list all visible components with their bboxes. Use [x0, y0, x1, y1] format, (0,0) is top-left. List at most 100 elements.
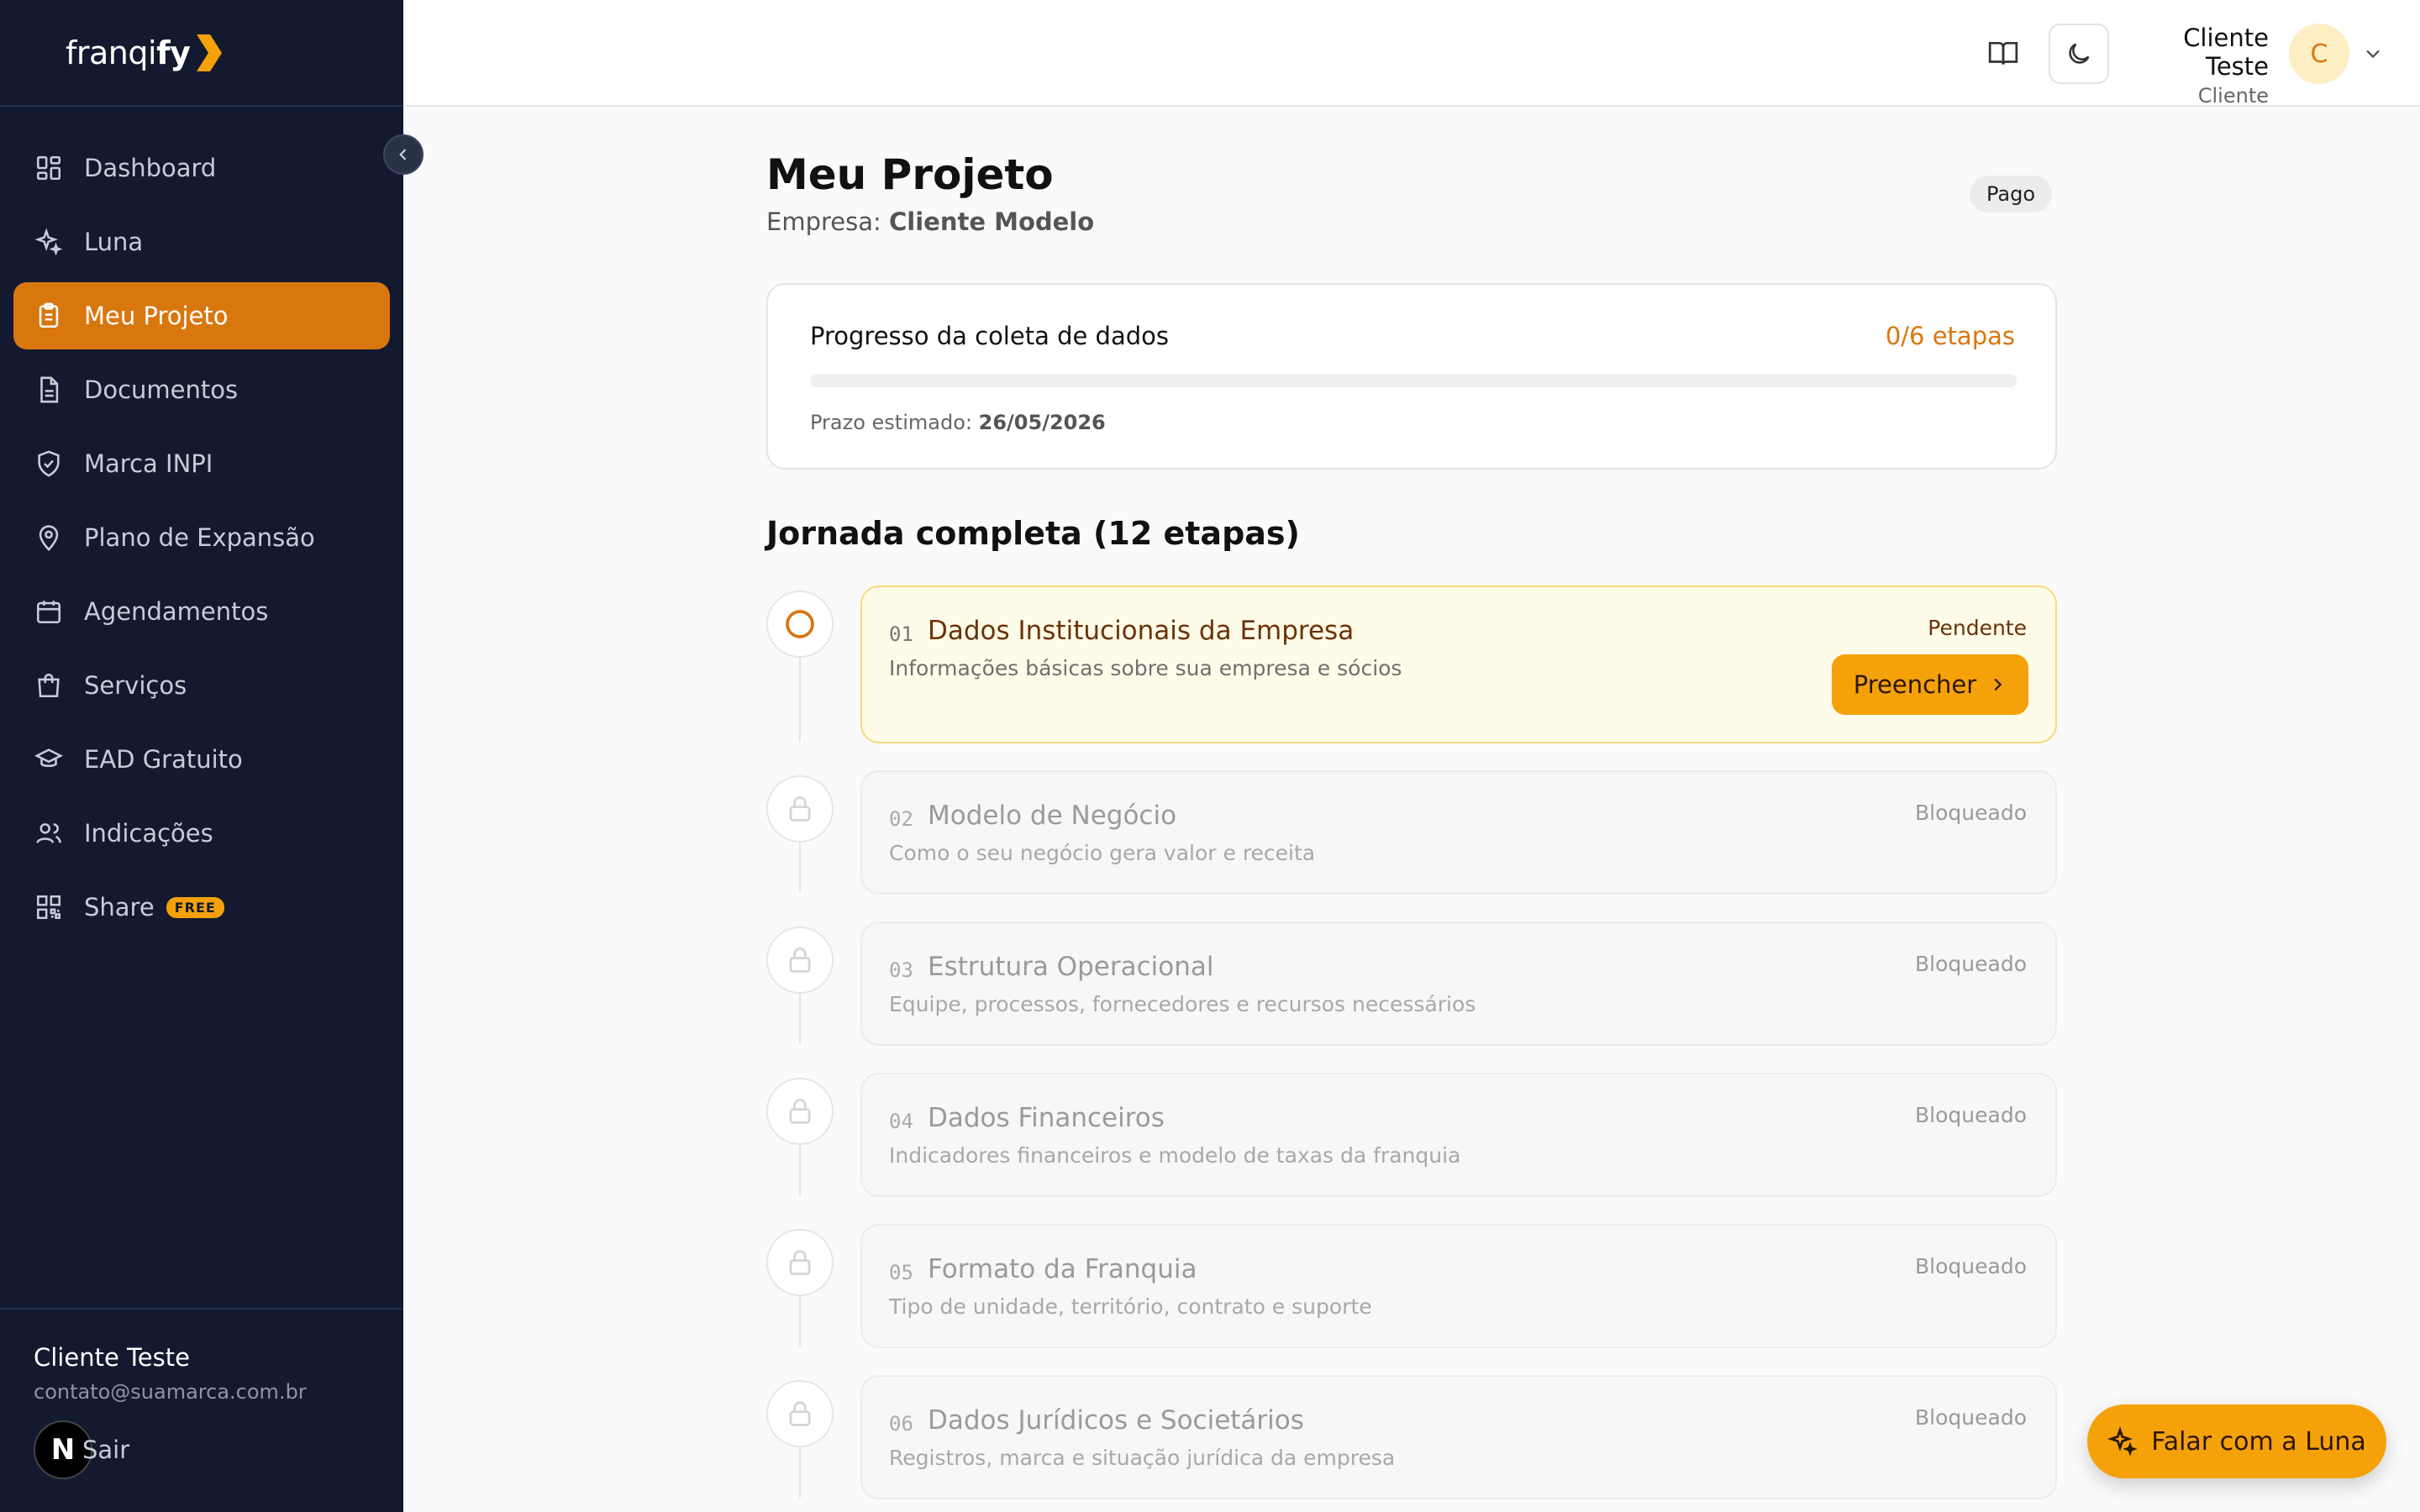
- sidebar-item-label: Meu Projeto: [84, 302, 229, 330]
- circle-pending-icon: [786, 610, 814, 638]
- journey-title: Jornada completa (12 etapas): [766, 515, 1300, 552]
- sidebar-item-label: Luna: [84, 228, 144, 256]
- sidebar-item-ead-gratuito[interactable]: EAD Gratuito: [13, 726, 390, 793]
- step-status: Bloqueado: [1915, 1405, 2027, 1430]
- qr-code-icon: [34, 892, 64, 922]
- sidebar-item-documentos[interactable]: Documentos: [13, 356, 390, 423]
- step-description: Como o seu negócio gera valor e receita: [889, 841, 1316, 865]
- sidebar-item-label: Documentos: [84, 375, 239, 404]
- company-label: Empresa:: [766, 207, 881, 236]
- header-user-role: Cliente: [2197, 84, 2269, 108]
- step-card: 03 Estrutura Operacional Equipe, process…: [860, 921, 2057, 1046]
- sparkles-icon: [34, 227, 64, 257]
- clipboard-icon: [34, 301, 64, 331]
- sidebar-user-name: Cliente Teste: [34, 1343, 190, 1372]
- step-description: Indicadores financeiros e modelo de taxa…: [889, 1143, 1461, 1168]
- sidebar-item-luna[interactable]: Luna: [13, 208, 390, 276]
- graduation-cap-icon: [34, 744, 64, 774]
- step-indicator: [766, 1078, 834, 1145]
- moon-icon: [2069, 43, 2090, 64]
- step-card: 04 Dados Financeiros Indicadores finance…: [860, 1073, 2057, 1197]
- step-status: Bloqueado: [1915, 801, 2027, 825]
- fill-step-button[interactable]: Preencher: [1832, 654, 2028, 715]
- users-icon: [34, 818, 64, 848]
- step-name: Formato da Franquia: [928, 1254, 1197, 1284]
- step-connector: [799, 994, 801, 1044]
- step-number: 02: [889, 807, 913, 831]
- docs-button[interactable]: [1983, 34, 2023, 74]
- progress-deadline: Prazo estimado: 26/05/2026: [810, 411, 1106, 434]
- progress-bar: [810, 374, 2017, 387]
- step-number: 06: [889, 1412, 913, 1436]
- step-card[interactable]: 01 Dados Institucionais da Empresa Infor…: [860, 585, 2057, 743]
- step-connector: [799, 1447, 801, 1498]
- step-name: Modelo de Negócio: [928, 801, 1177, 831]
- step-number: 01: [889, 622, 913, 646]
- sidebar-item-label: Agendamentos: [84, 597, 269, 626]
- map-pin-icon: [34, 522, 64, 553]
- status-badge: Pago: [1970, 176, 2053, 213]
- deadline-value: 26/05/2026: [978, 411, 1106, 434]
- fill-step-label: Preencher: [1853, 670, 1977, 699]
- logout-button[interactable]: N Sair: [34, 1420, 129, 1479]
- grid-icon: [34, 153, 64, 183]
- sparkles-icon: [2107, 1426, 2138, 1457]
- sidebar-item-label: EAD Gratuito: [84, 745, 243, 774]
- sidebar-item-label: Indicações: [84, 819, 213, 848]
- progress-card: Progresso da coleta de dados 0/6 etapas …: [766, 283, 2057, 470]
- progress-count: 0/6 etapas: [1885, 322, 2015, 350]
- sidebar-item-marca-inpi[interactable]: Marca INPI: [13, 430, 390, 497]
- free-badge: FREE: [166, 896, 224, 918]
- logout-label: Sair: [82, 1436, 130, 1464]
- lock-icon: [789, 796, 811, 822]
- step-card: 05 Formato da Franquia Tipo de unidade, …: [860, 1224, 2057, 1348]
- theme-toggle-button[interactable]: [2049, 24, 2109, 84]
- sidebar-item-label: Marca INPI: [84, 449, 213, 478]
- avatar[interactable]: C: [2289, 24, 2349, 84]
- step-name: Estrutura Operacional: [928, 952, 1214, 982]
- step-card: 06 Dados Jurídicos e Societários Registr…: [860, 1375, 2057, 1499]
- step-description: Equipe, processos, fornecedores e recurs…: [889, 992, 1476, 1016]
- chevron-down-icon[interactable]: [2361, 42, 2385, 66]
- step-description: Tipo de unidade, território, contrato e …: [889, 1294, 1372, 1319]
- page-title: Meu Projeto: [766, 150, 1054, 199]
- progress-title: Progresso da coleta de dados: [810, 322, 1169, 350]
- sidebar-nav: Dashboard Luna Meu Projeto Documentos Ma…: [0, 107, 403, 921]
- sidebar-item-meu-projeto[interactable]: Meu Projeto: [13, 282, 390, 349]
- step-description: Registros, marca e situação jurídica da …: [889, 1446, 1396, 1470]
- step-number: 03: [889, 958, 913, 982]
- sidebar-item-agendamentos[interactable]: Agendamentos: [13, 578, 390, 645]
- header-user-info[interactable]: Cliente Teste Cliente: [2118, 24, 2269, 108]
- lock-icon: [789, 1099, 811, 1124]
- shield-check-icon: [34, 449, 64, 479]
- company-name: Cliente Modelo: [888, 207, 1095, 236]
- step-number: 05: [889, 1261, 913, 1284]
- step-status: Pendente: [1928, 616, 2027, 640]
- step-indicator: [766, 1380, 834, 1447]
- step-status: Bloqueado: [1915, 1254, 2027, 1278]
- top-header: Cliente Teste Cliente C: [403, 0, 2420, 108]
- sidebar-item-plano-expansao[interactable]: Plano de Expansão: [13, 504, 390, 571]
- talk-to-luna-label: Falar com a Luna: [2151, 1426, 2366, 1457]
- step-connector: [799, 1296, 801, 1347]
- sidebar-item-share[interactable]: Share FREE: [13, 874, 390, 941]
- sidebar-item-dashboard[interactable]: Dashboard: [13, 134, 390, 202]
- document-icon: [34, 375, 64, 405]
- brand-logo[interactable]: franqify: [0, 0, 403, 107]
- chevron-left-icon: [399, 149, 407, 160]
- sidebar-item-indicacoes[interactable]: Indicações: [13, 800, 390, 867]
- step-number: 04: [889, 1110, 913, 1133]
- sidebar-item-servicos[interactable]: Serviços: [13, 652, 390, 719]
- sidebar-user-email: contato@suamarca.com.br: [34, 1380, 307, 1404]
- brand-name: franqify: [66, 34, 191, 71]
- header-user-name: Cliente Teste: [2183, 24, 2269, 81]
- talk-to-luna-button[interactable]: Falar com a Luna: [2087, 1404, 2386, 1478]
- step-indicator: [766, 775, 834, 843]
- step-name: Dados Institucionais da Empresa: [928, 616, 1355, 646]
- step-indicator: [766, 591, 834, 658]
- step-connector: [799, 843, 801, 893]
- sidebar-item-label: Dashboard: [84, 154, 217, 182]
- company-line: Empresa: Cliente Modelo: [766, 207, 1094, 236]
- sidebar-item-label: Serviços: [84, 671, 187, 700]
- collapse-sidebar-button[interactable]: [383, 134, 424, 175]
